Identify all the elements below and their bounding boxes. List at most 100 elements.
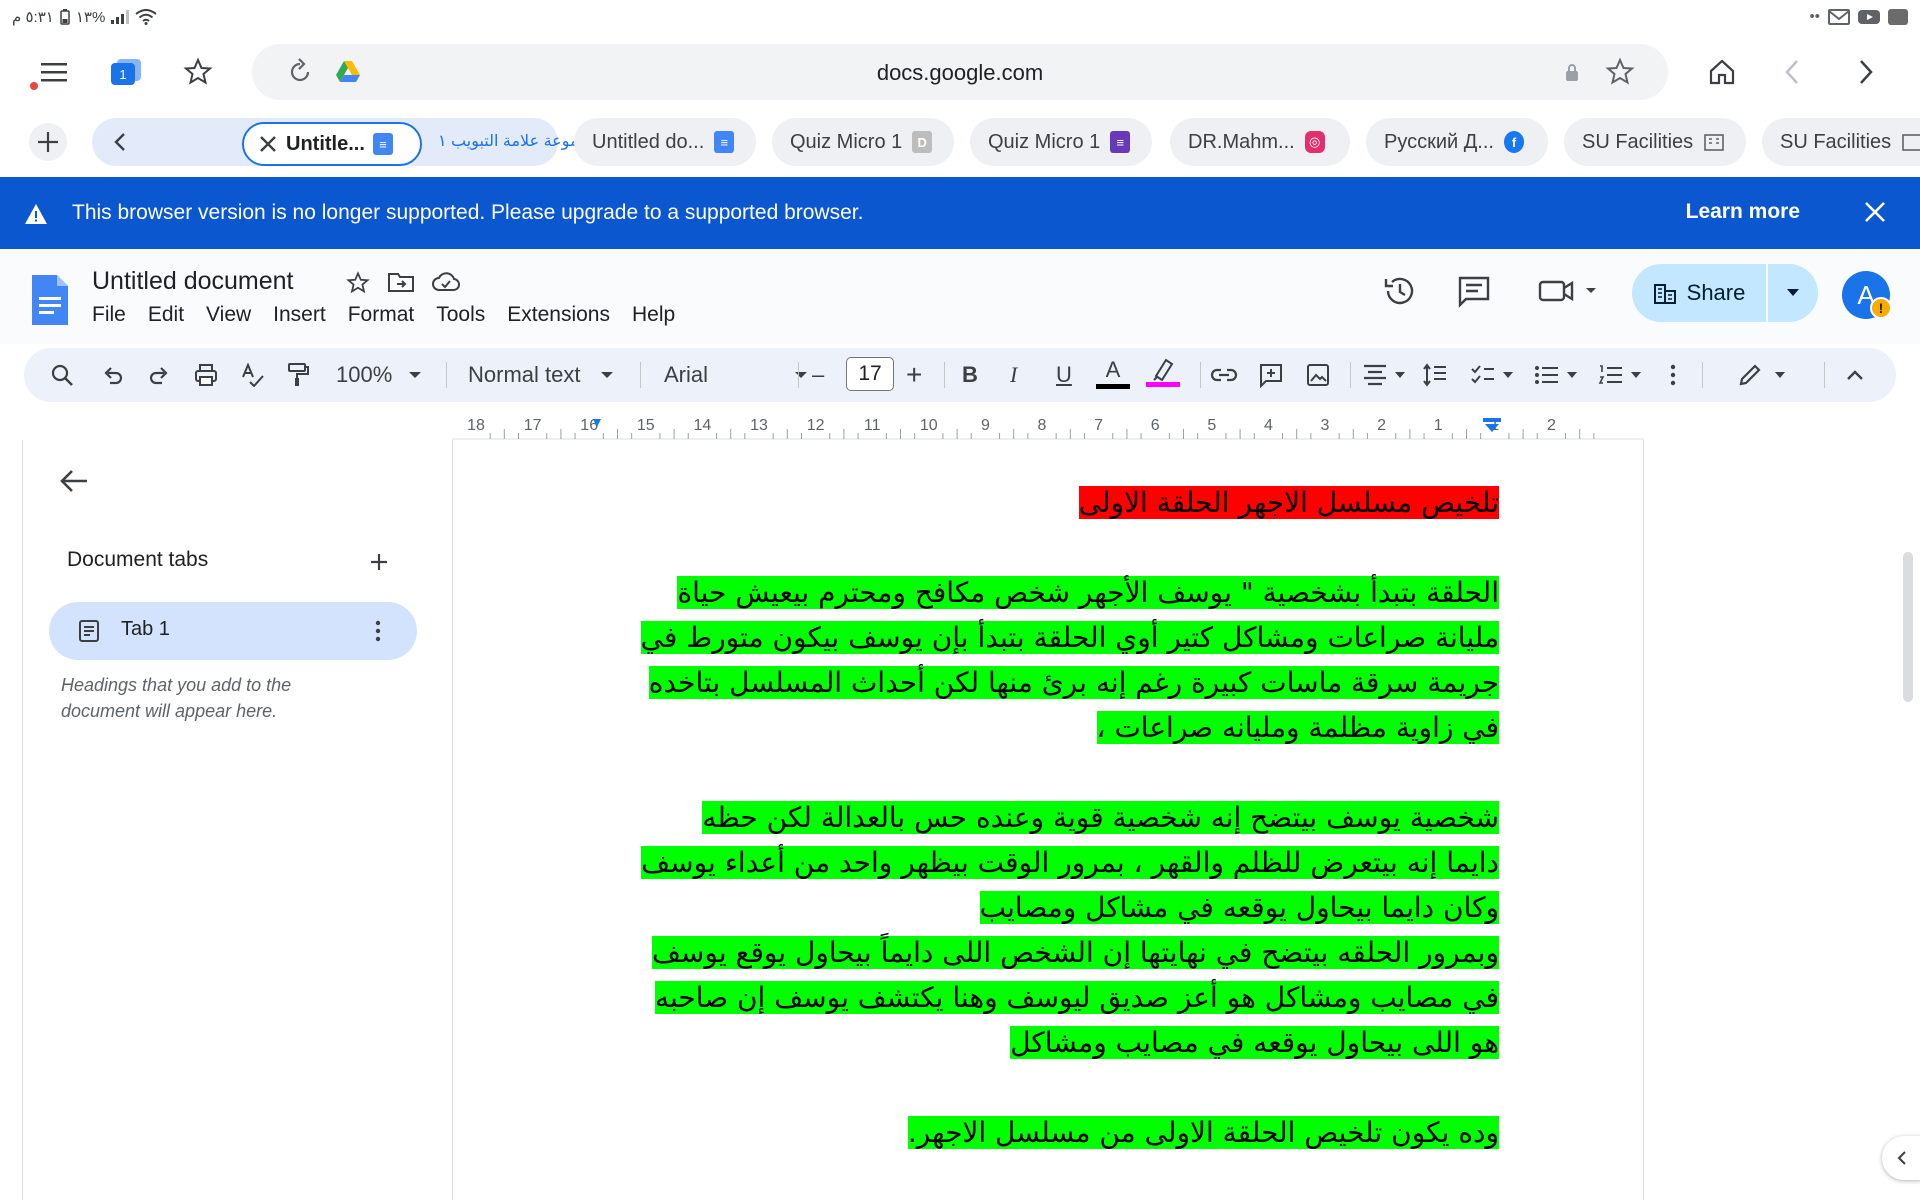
increase-font-size-button[interactable]: + [906, 359, 922, 391]
highlight-color-button[interactable] [1146, 356, 1180, 396]
ruler-tick-label: 5 [1207, 417, 1216, 434]
spellcheck-button[interactable] [240, 359, 264, 391]
tab-su-facilities[interactable]: SU Facilities [1564, 118, 1746, 166]
bulleted-list-select[interactable] [1534, 359, 1578, 391]
side-panel-toggle[interactable] [1882, 1136, 1920, 1180]
search-menus-button[interactable] [50, 359, 74, 391]
menu-button[interactable] [32, 50, 76, 94]
highlighted-text: شخصية يوسف بيتضح إنه شخصية قوية وعنده حس… [702, 801, 1499, 834]
tab-quiz-micro-1-forms[interactable]: Quiz Micro 1 ≡ [970, 118, 1152, 166]
menu-insert[interactable]: Insert [273, 303, 326, 327]
tab-su-facilities-2[interactable]: SU Facilities [1762, 118, 1920, 166]
menu-file[interactable]: File [92, 303, 126, 327]
insert-link-button[interactable] [1210, 359, 1238, 391]
back-button[interactable] [1770, 50, 1814, 94]
banner-close-button[interactable] [1862, 199, 1888, 230]
instagram-icon: ◎ [1304, 131, 1325, 153]
bookmark-star-button[interactable] [1598, 50, 1642, 94]
share-button-group: Share [1632, 264, 1818, 322]
menu-tools[interactable]: Tools [436, 303, 485, 327]
collapse-group-button[interactable] [98, 120, 142, 164]
more-tools-button[interactable] [1670, 359, 1676, 391]
font-select[interactable]: Arial [664, 359, 808, 391]
menu-extensions[interactable]: Extensions [507, 303, 610, 327]
docs-logo-icon[interactable] [30, 273, 70, 332]
banner-message: This browser version is no longer suppor… [72, 201, 864, 224]
print-button[interactable] [194, 359, 218, 391]
tab-switcher-button[interactable]: 1 [104, 50, 148, 94]
share-dropdown-button[interactable] [1768, 264, 1818, 322]
underline-button[interactable]: U [1056, 359, 1072, 391]
forward-button[interactable] [1844, 50, 1888, 94]
insert-image-button[interactable] [1306, 359, 1330, 391]
add-comment-button[interactable] [1258, 359, 1284, 391]
tab-options-button[interactable] [375, 620, 381, 647]
document-tab-1[interactable]: Tab 1 [49, 602, 417, 660]
bold-button[interactable]: B [962, 359, 978, 391]
meet-button[interactable] [1536, 273, 1600, 314]
comments-button[interactable] [1456, 273, 1492, 314]
building-icon [1901, 132, 1920, 152]
document-body[interactable]: تلخيص مسلسل الاجهر الحلقة الاولى الحلقة … [599, 480, 1499, 1155]
tab-quiz-micro-1[interactable]: Quiz Micro 1 D [772, 118, 954, 166]
document-title[interactable]: Untitled document [92, 267, 294, 296]
zoom-select[interactable]: 100% [336, 359, 422, 391]
move-button[interactable] [388, 271, 414, 300]
toolbar-divider [1350, 362, 1351, 388]
new-tab-button[interactable] [26, 120, 70, 164]
spellcheck-icon [242, 363, 264, 387]
tab-group: Untitle... ≡ مجموعة علامة التبويب ١ [92, 118, 625, 166]
text-color-button[interactable]: A [1096, 356, 1130, 396]
caret-down-icon [1631, 372, 1641, 378]
document-icon [79, 620, 99, 647]
caret-down-icon [795, 372, 808, 378]
scrollbar-thumb[interactable] [1903, 552, 1913, 702]
outline-hint-text: Headings that you add to the document wi… [61, 675, 292, 721]
italic-button[interactable]: I [1010, 359, 1017, 391]
close-outline-button[interactable] [59, 468, 89, 499]
hide-menus-button[interactable] [1846, 359, 1864, 391]
editing-mode-select[interactable] [1738, 359, 1786, 391]
paint-format-button[interactable] [286, 359, 310, 391]
numbered-list-select[interactable] [1598, 359, 1642, 391]
document-page[interactable]: تلخيص مسلسل الاجهر الحلقة الاولى الحلقة … [452, 440, 1644, 1200]
close-tab-icon[interactable] [258, 134, 278, 154]
active-tab[interactable]: Untitle... ≡ [242, 122, 422, 166]
menu-view[interactable]: View [206, 303, 251, 327]
add-tab-button[interactable] [369, 552, 389, 577]
bookmarks-button[interactable] [176, 50, 220, 94]
tab-dr-mahm[interactable]: DR.Mahm... ◎ [1170, 118, 1350, 166]
redo-button[interactable] [148, 359, 170, 391]
undo-button[interactable] [102, 359, 124, 391]
menu-help[interactable]: Help [632, 303, 675, 327]
paragraph-style-select[interactable]: Normal text [468, 359, 614, 391]
version-history-button[interactable] [1382, 273, 1418, 314]
learn-more-link[interactable]: Learn more [1686, 200, 1800, 224]
paragraph-1-line-2: مليانة صراعات ومشاكل كتير أوي الحلقة بتب… [599, 615, 1499, 660]
tab-untitled-doc[interactable]: Untitled do... ≡ [574, 118, 756, 166]
font-size-input[interactable]: 17 [846, 357, 894, 391]
caret-down-icon [1503, 372, 1513, 378]
status-left: ٥:٣١ م ١٣% [12, 8, 157, 26]
decrease-font-size-button[interactable]: – [812, 359, 824, 391]
align-select[interactable] [1362, 359, 1406, 391]
menu-edit[interactable]: Edit [148, 303, 184, 327]
hamburger-icon [41, 63, 67, 82]
home-button[interactable] [1700, 50, 1744, 94]
star-button[interactable] [346, 271, 370, 300]
paragraph-3: وده يكون تلخيص الحلقة الاولى من مسلسل ال… [599, 1110, 1499, 1155]
share-button[interactable]: Share [1632, 264, 1766, 322]
document-outline-panel: Document tabs Tab 1 Headings that you ad… [22, 440, 452, 1200]
line-spacing-button[interactable] [1422, 359, 1448, 391]
checklist-select[interactable] [1470, 359, 1514, 391]
highlighted-text: جريمة سرقة ماسات كبيرة رغم إنه برئ منها … [648, 666, 1499, 699]
address-bar[interactable]: docs.google.com [252, 44, 1668, 100]
menu-format[interactable]: Format [348, 303, 415, 327]
more-vert-icon [375, 620, 381, 642]
paragraph-2-line-2: دايما إنه بيتعرض للظلم والقهر ، بمرور ال… [599, 840, 1499, 885]
ruler-tick-label: 12 [807, 417, 825, 434]
toolbar-divider [944, 362, 945, 388]
cloud-status-button[interactable] [432, 271, 460, 300]
tab-russian[interactable]: Русский Д... f [1366, 118, 1548, 166]
